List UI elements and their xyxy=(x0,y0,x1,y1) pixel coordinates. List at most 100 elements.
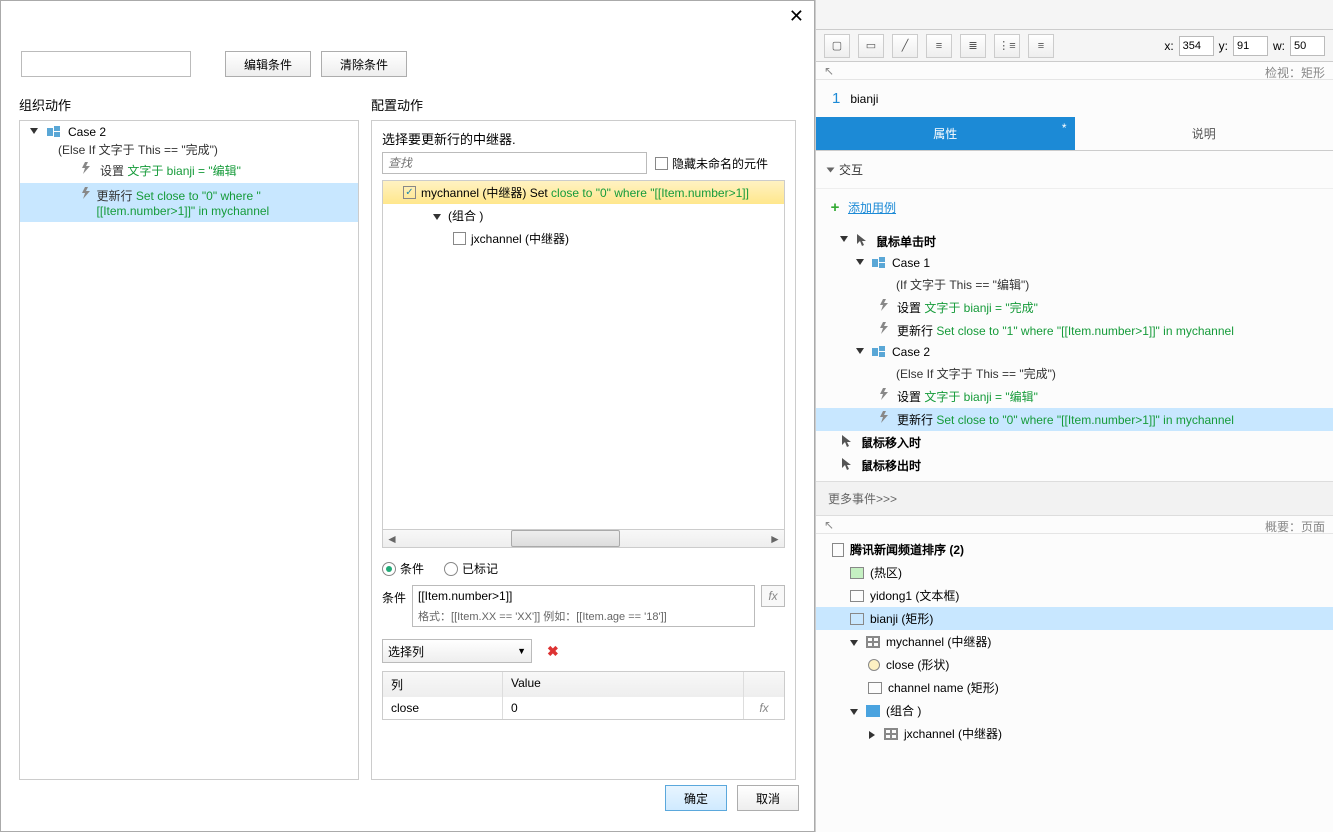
tree-item-mychannel[interactable]: mychannel (中继器) Set close to "0" where "… xyxy=(383,181,784,204)
add-case-link[interactable]: +添加用例 xyxy=(816,189,1333,226)
collapse-icon[interactable]: ↖ xyxy=(824,518,834,531)
action-update-row[interactable]: 更新行 Set close to "0" where "[[Item.numbe… xyxy=(20,183,358,222)
outline-item[interactable]: (组合 ) xyxy=(816,699,1333,722)
case-icon xyxy=(871,256,887,270)
outline-item[interactable]: channel name (矩形) xyxy=(816,676,1333,699)
configure-panel: 选择要更新行的中继器. 隐藏未命名的元件 mychannel (中继器) Set… xyxy=(371,120,796,780)
checkbox-icon[interactable] xyxy=(403,186,416,199)
expand-icon[interactable] xyxy=(856,348,864,354)
folder-icon xyxy=(866,705,880,717)
outline-item-bianji[interactable]: bianji (矩形) xyxy=(816,607,1333,630)
more-events-link[interactable]: 更多事件>>> xyxy=(816,481,1333,516)
bolt-icon xyxy=(878,322,892,334)
column-select[interactable]: 选择列▼ xyxy=(382,639,532,663)
scroll-right-icon[interactable]: ► xyxy=(766,530,784,547)
cell-column: close xyxy=(383,697,503,719)
outline-item[interactable]: close (形状) xyxy=(816,653,1333,676)
collapse-icon[interactable]: ↖ xyxy=(824,64,834,77)
border-icon[interactable]: ▭ xyxy=(858,34,884,58)
fx-button[interactable]: fx xyxy=(761,585,785,607)
search-input[interactable] xyxy=(382,152,647,174)
expand-icon[interactable] xyxy=(856,259,864,265)
outline-item[interactable]: (热区) xyxy=(816,561,1333,584)
action-item[interactable]: 更新行 Set close to "0" where "[[Item.numbe… xyxy=(816,408,1333,431)
outline-item[interactable]: yidong1 (文本框) xyxy=(816,584,1333,607)
y-input[interactable] xyxy=(1233,36,1268,56)
widget-name-text[interactable]: bianji xyxy=(850,92,878,106)
condition-input[interactable] xyxy=(413,586,754,606)
radio-marked[interactable]: 已标记 xyxy=(444,560,498,577)
scroll-thumb[interactable] xyxy=(511,530,621,547)
expand-icon[interactable] xyxy=(840,236,848,242)
case-node[interactable]: Case 1 xyxy=(816,253,1333,273)
edit-condition-button[interactable]: 编辑条件 xyxy=(225,51,311,77)
more-icon[interactable]: ≡ xyxy=(1028,34,1054,58)
horizontal-scrollbar[interactable]: ◄ ► xyxy=(382,530,785,548)
expand-icon[interactable] xyxy=(30,128,38,134)
inspector-tabs: 属性* 说明 xyxy=(816,117,1333,151)
align-icon[interactable]: ≡ xyxy=(926,34,952,58)
rectangle-icon xyxy=(868,682,882,694)
close-icon[interactable]: ✕ xyxy=(789,6,804,27)
tree-item-label: (组合 ) xyxy=(448,207,483,224)
cancel-button[interactable]: 取消 xyxy=(737,785,799,811)
case-node[interactable]: Case 2 xyxy=(20,121,358,141)
action-item[interactable]: 设置 文字于 bianji = "完成" xyxy=(816,296,1333,319)
delete-icon[interactable]: ✖ xyxy=(547,643,559,660)
page-icon xyxy=(832,543,844,557)
section-interactions[interactable]: 交互 xyxy=(816,151,1333,189)
bolt-icon xyxy=(878,388,892,400)
scroll-left-icon[interactable]: ◄ xyxy=(383,530,401,547)
line-icon[interactable]: ╱ xyxy=(892,34,918,58)
tree-item-group[interactable]: (组合 ) xyxy=(383,204,784,227)
cursor-icon xyxy=(855,233,871,247)
action-item[interactable]: 更新行 Set close to "1" where "[[Item.numbe… xyxy=(816,319,1333,342)
outline-item[interactable]: mychannel (中继器) xyxy=(816,630,1333,653)
tree-item-label: mychannel (中继器) Set close to "0" where "… xyxy=(421,184,749,201)
action-item[interactable]: 设置 文字于 bianji = "编辑" xyxy=(816,385,1333,408)
condition-name-input[interactable] xyxy=(21,51,191,77)
w-label: w: xyxy=(1273,39,1285,53)
list-icon[interactable]: ⋮≡ xyxy=(994,34,1020,58)
case-editor-dialog: ✕ 编辑条件 清除条件 组织动作 Case 2 (Else If 文字于 Thi… xyxy=(0,0,815,832)
w-input[interactable] xyxy=(1290,36,1325,56)
clear-condition-button[interactable]: 清除条件 xyxy=(321,51,407,77)
expand-icon[interactable] xyxy=(869,731,875,739)
fx-icon[interactable]: fx xyxy=(752,701,776,715)
event-mouseover[interactable]: 鼠标移入时 xyxy=(816,431,1333,454)
outline-header-label: 概要：页面 xyxy=(1265,518,1325,531)
hide-unnamed-checkbox[interactable]: 隐藏未命名的元件 xyxy=(655,155,768,172)
widget-number: 1 xyxy=(832,90,840,107)
fill-icon[interactable]: ▢ xyxy=(824,34,850,58)
table-row[interactable]: close 0 fx xyxy=(383,697,784,719)
bolt-icon xyxy=(878,299,892,311)
valign-icon[interactable]: ≣ xyxy=(960,34,986,58)
tab-properties[interactable]: 属性* xyxy=(816,117,1075,150)
case-title: Case 2 xyxy=(68,125,106,139)
action-set-text[interactable]: 设置 文字于 bianji = "编辑" xyxy=(20,158,358,183)
tree-item-jxchannel[interactable]: jxchannel (中继器) xyxy=(383,227,784,250)
condition-hint: 格式：[[Item.XX == 'XX']] 例如：[[Item.age == … xyxy=(413,606,754,626)
radio-condition[interactable]: 条件 xyxy=(382,560,424,577)
bolt-icon xyxy=(80,162,94,174)
chevron-down-icon xyxy=(827,167,835,172)
repeater-icon xyxy=(884,728,898,740)
x-input[interactable] xyxy=(1179,36,1214,56)
event-mouseout[interactable]: 鼠标移出时 xyxy=(816,454,1333,477)
ok-button[interactable]: 确定 xyxy=(665,785,727,811)
expand-icon[interactable] xyxy=(433,214,441,220)
expand-icon[interactable] xyxy=(850,709,858,715)
tab-notes[interactable]: 说明 xyxy=(1075,117,1333,150)
select-repeater-prompt: 选择要更新行的中继器. xyxy=(382,129,785,148)
event-onclick[interactable]: 鼠标单击时 xyxy=(816,230,1333,253)
cell-value[interactable]: 0 xyxy=(503,697,744,719)
case-icon xyxy=(46,125,62,139)
th-column: 列 xyxy=(383,672,503,697)
outline-root[interactable]: 腾讯新闻频道排序 (2) xyxy=(816,538,1333,561)
checkbox-icon[interactable] xyxy=(453,232,466,245)
outline-item[interactable]: jxchannel (中继器) xyxy=(816,722,1333,745)
widget-tree[interactable]: mychannel (中继器) Set close to "0" where "… xyxy=(382,180,785,530)
expand-icon[interactable] xyxy=(850,640,858,646)
case-icon xyxy=(871,345,887,359)
case-node[interactable]: Case 2 xyxy=(816,342,1333,362)
